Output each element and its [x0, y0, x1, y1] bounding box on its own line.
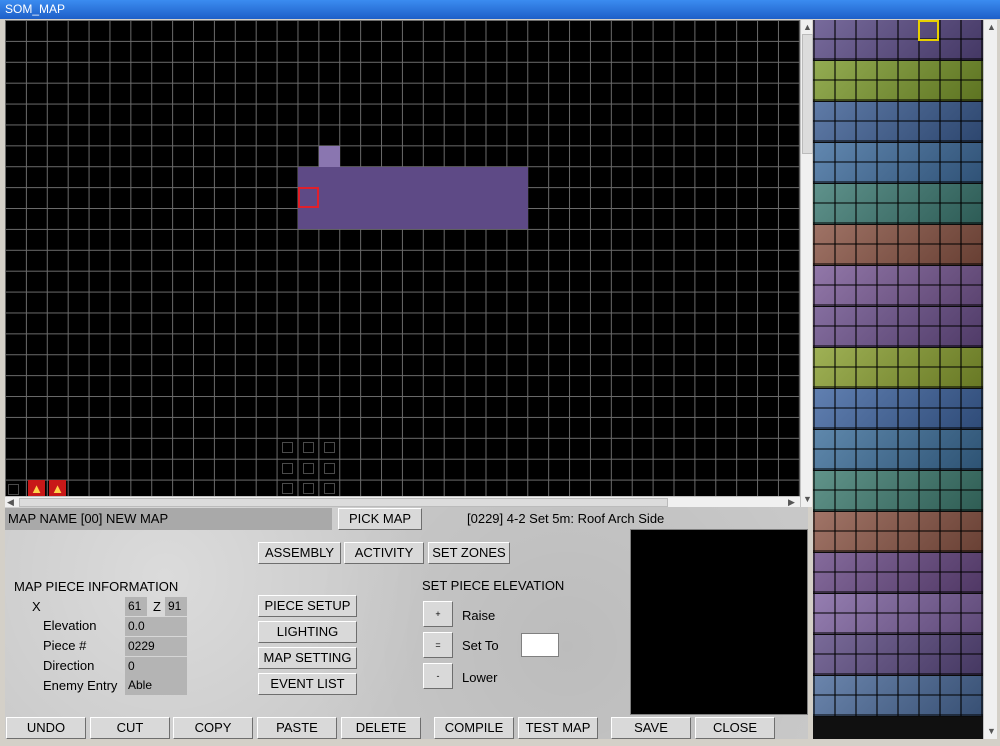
piece-palette[interactable] [813, 20, 983, 739]
compile-button[interactable]: COMPILE [434, 717, 514, 739]
piece-number-value: 0229 [125, 637, 187, 656]
palette-tile-row[interactable] [813, 20, 983, 61]
empty-slot [303, 463, 314, 474]
palette-tile-row[interactable] [813, 307, 983, 348]
scroll-thumb[interactable] [802, 34, 813, 154]
pick-map-button[interactable]: PICK MAP [338, 508, 422, 530]
tab-activity[interactable]: ACTIVITY [344, 542, 424, 564]
raise-label: Raise [462, 608, 496, 623]
copy-button[interactable]: COPY [173, 717, 253, 739]
empty-slot [324, 483, 335, 494]
map-vertical-scrollbar[interactable]: ▲ ▼ [800, 20, 813, 507]
paste-button[interactable]: PASTE [257, 717, 337, 739]
lower-button[interactable]: - [423, 663, 453, 689]
player-start-marker[interactable]: ▲ [49, 480, 66, 497]
palette-highlight [918, 20, 939, 41]
palette-tile-row[interactable] [813, 225, 983, 266]
event-list-button[interactable]: EVENT LIST [258, 673, 357, 695]
palette-tile-row[interactable] [813, 512, 983, 553]
set-to-button[interactable]: = [423, 632, 453, 658]
equals-icon: = [435, 640, 441, 650]
map-piece-row[interactable] [298, 167, 528, 229]
close-button[interactable]: CLOSE [695, 717, 775, 739]
arrow-up-icon: ▲ [51, 481, 64, 496]
x-value: 61 [125, 597, 147, 616]
piece-preview [630, 529, 808, 715]
info-heading: MAP PIECE INFORMATION [14, 579, 179, 594]
empty-slot [324, 463, 335, 474]
palette-tile-row[interactable] [813, 266, 983, 307]
title-bar: SOM_MAP [0, 0, 1000, 19]
palette-tile-row[interactable] [813, 594, 983, 635]
window-title: SOM_MAP [5, 2, 66, 16]
enemy-entry-value: Able [125, 676, 187, 695]
map-grid[interactable]: ▲ ▲ [5, 20, 800, 497]
scroll-thumb[interactable] [19, 498, 668, 507]
lower-label: Lower [462, 670, 498, 685]
palette-tile-row[interactable] [813, 553, 983, 594]
raise-button[interactable]: + [423, 601, 453, 627]
z-label: Z [153, 599, 161, 614]
map-name-label: MAP NAME [00] NEW MAP [8, 511, 169, 526]
scroll-down-icon[interactable]: ▼ [803, 494, 812, 504]
piece-number-label: Piece # [43, 638, 87, 653]
test-map-button[interactable]: TEST MAP [518, 717, 598, 739]
x-label: X [32, 599, 41, 614]
scroll-down-icon[interactable]: ▼ [987, 726, 996, 736]
delete-button[interactable]: DELETE [341, 717, 421, 739]
palette-tile-row[interactable] [813, 635, 983, 676]
elevation-heading: SET PIECE ELEVATION [422, 578, 565, 593]
enemy-entry-label: Enemy Entry [43, 678, 118, 693]
empty-slot [282, 463, 293, 474]
palette-scrollbar[interactable]: ▲ ▼ [983, 20, 997, 739]
map-name-bar: MAP NAME [00] NEW MAP [5, 508, 332, 530]
elevation-value: 0.0 [125, 617, 187, 636]
lighting-button[interactable]: LIGHTING [258, 621, 357, 643]
palette-tile-row[interactable] [813, 348, 983, 389]
empty-slot [282, 442, 293, 453]
minus-icon: - [436, 671, 440, 681]
palette-tile-row[interactable] [813, 676, 983, 717]
direction-value: 0 [125, 657, 187, 676]
map-horizontal-scrollbar[interactable]: ◀ ▶ [5, 496, 800, 507]
tab-set-zones[interactable]: SET ZONES [428, 542, 510, 564]
piece-caption: [0229] 4-2 Set 5m: Roof Arch Side [467, 511, 665, 526]
set-to-input[interactable] [521, 633, 559, 657]
cut-button[interactable]: CUT [90, 717, 170, 739]
palette-tile-row[interactable] [813, 430, 983, 471]
undo-button[interactable]: UNDO [6, 717, 86, 739]
player-start-marker[interactable]: ▲ [28, 480, 45, 497]
tab-assembly[interactable]: ASSEMBLY [258, 542, 341, 564]
scroll-up-icon[interactable]: ▲ [987, 22, 996, 32]
empty-slot [8, 484, 19, 495]
empty-slot [324, 442, 335, 453]
empty-slot [282, 483, 293, 494]
empty-slot [303, 442, 314, 453]
empty-slot [303, 483, 314, 494]
scroll-right-icon[interactable]: ▶ [788, 497, 795, 507]
palette-tile-row[interactable] [813, 471, 983, 512]
z-value: 91 [165, 597, 187, 616]
map-piece-top[interactable] [319, 146, 340, 167]
set-to-label: Set To [462, 638, 499, 653]
palette-tile-row[interactable] [813, 143, 983, 184]
direction-label: Direction [43, 658, 95, 673]
save-button[interactable]: SAVE [611, 717, 691, 739]
plus-icon: + [435, 609, 441, 619]
scroll-up-icon[interactable]: ▲ [803, 22, 812, 32]
map-setting-button[interactable]: MAP SETTING [258, 647, 357, 669]
palette-tile-row[interactable] [813, 184, 983, 225]
palette-tile-row[interactable] [813, 102, 983, 143]
palette-tile-row[interactable] [813, 389, 983, 430]
palette-tile-row[interactable] [813, 61, 983, 102]
elevation-label: Elevation [43, 618, 97, 633]
piece-setup-button[interactable]: PIECE SETUP [258, 595, 357, 617]
scroll-left-icon[interactable]: ◀ [7, 497, 14, 507]
arrow-up-icon: ▲ [30, 481, 43, 496]
control-panel: MAP NAME [00] NEW MAP PICK MAP [0229] 4-… [5, 507, 808, 739]
selection-cursor[interactable] [298, 187, 319, 208]
